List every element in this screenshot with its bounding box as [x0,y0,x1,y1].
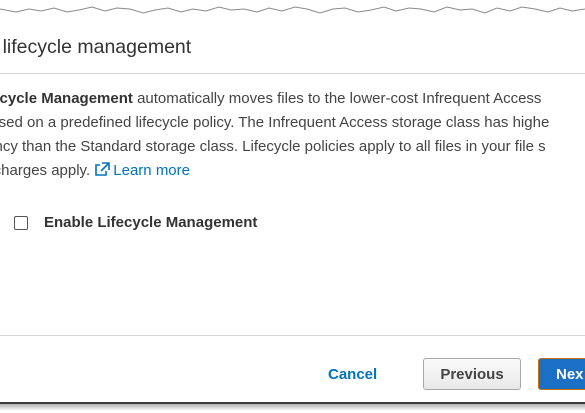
dialog-description: ifecycle Management automatically moves … [0,87,585,183]
description-line-4: s charges apply. Learn more [0,159,585,183]
cancel-button[interactable]: Cancel [328,366,377,383]
torn-paper-edge [0,0,585,14]
dialog-title: le lifecycle management [0,36,192,58]
screenshot-bottom-border [0,398,585,413]
bottom-border-shadow [0,404,585,411]
description-line-3: tency than the Standard storage class. L… [0,138,546,155]
description-line-4-text: s charges apply. [0,162,91,179]
enable-lifecycle-label[interactable]: Enable Lifecycle Management [44,214,257,231]
learn-more-link[interactable]: Learn more [94,162,190,179]
header-divider [0,73,585,74]
external-link-icon [95,162,111,176]
lifecycle-dialog: le lifecycle management ifecycle Managem… [0,22,585,398]
description-line-1-text: automatically moves files to the lower-c… [132,90,542,107]
learn-more-label: Learn more [113,162,190,179]
previous-button[interactable]: Previous [423,358,521,390]
description-line-2: based on a predefined lifecycle policy. … [0,114,550,131]
enable-lifecycle-checkbox[interactable] [14,215,28,230]
next-button[interactable]: Nex [538,358,585,390]
description-bold-term: ifecycle Management [0,90,133,107]
description-line-1: ifecycle Management automatically moves … [0,87,585,111]
footer-divider [0,335,585,336]
lifecycle-checkbox-row[interactable]: Enable Lifecycle Management [14,214,257,231]
screenshot-canvas: le lifecycle management ifecycle Managem… [0,0,585,413]
